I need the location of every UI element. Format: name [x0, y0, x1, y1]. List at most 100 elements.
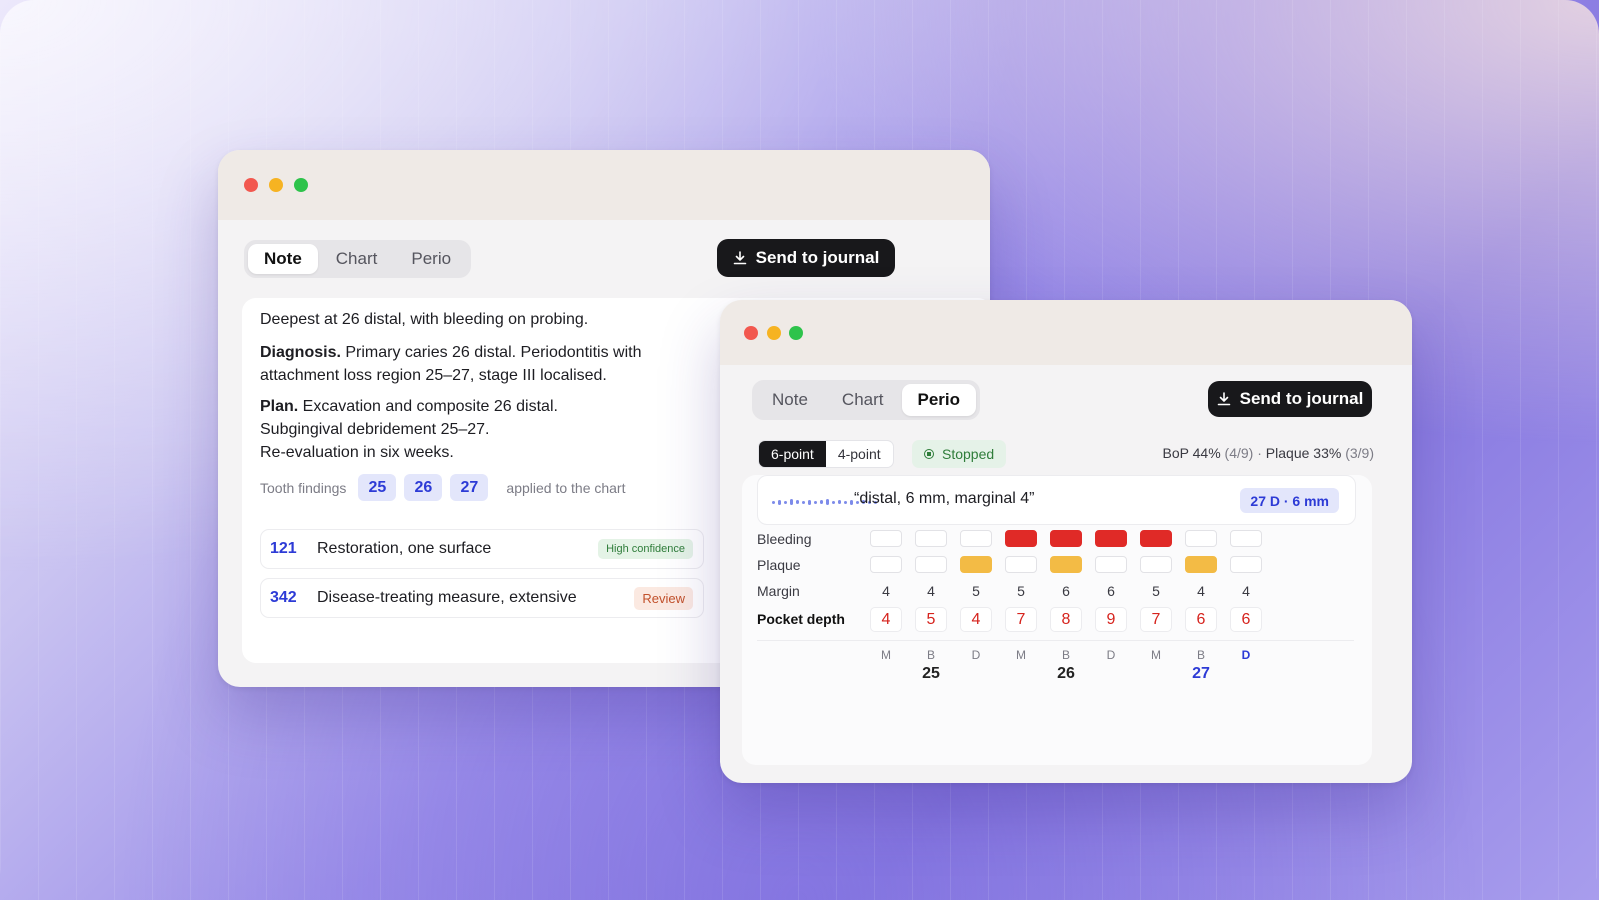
procedure-description: Disease-treating measure, extensive [317, 589, 577, 606]
plaque-count: (3/9) [1345, 445, 1374, 461]
pocket-depth-value[interactable]: 4 [960, 607, 992, 632]
bleeding-label: Bleeding [757, 531, 812, 547]
perio-stats: BoP 44% (4/9) · Plaque 33% (3/9) [1163, 445, 1374, 461]
send-to-journal-button[interactable]: Send to journal [1208, 381, 1372, 417]
tab-note[interactable]: Note [756, 384, 824, 416]
perio-window: Note Chart Perio Send to journal 6-point… [720, 300, 1412, 783]
diagnosis-paragraph: Diagnosis. Primary caries 26 distal. Per… [260, 341, 641, 387]
perio-chart-panel: “distal, 6 mm, marginal 4” 27 D · 6 mm B… [742, 475, 1372, 765]
pocket-depth-value[interactable]: 5 [915, 607, 947, 632]
procedure-code: 342 [270, 589, 297, 606]
bleeding-cell[interactable] [1050, 530, 1082, 547]
tooth-chip[interactable]: 25 [358, 474, 397, 501]
pocket-depth-value[interactable]: 4 [870, 607, 902, 632]
bleeding-cell[interactable] [1185, 530, 1217, 547]
tab-perio[interactable]: Perio [395, 244, 467, 274]
margin-value[interactable]: 6 [1095, 583, 1127, 599]
surface-label: D [1241, 648, 1251, 662]
surface-label: B [1196, 648, 1205, 662]
titlebar [720, 300, 1412, 365]
procedure-description: Restoration, one surface [317, 540, 492, 557]
bleeding-cell[interactable] [915, 530, 947, 547]
margin-value[interactable]: 4 [1230, 583, 1262, 599]
surface-label: M [1016, 648, 1026, 662]
tooth-findings-label: Tooth findings [260, 479, 347, 496]
procedure-code-row[interactable]: 342 Disease-treating measure, extensive … [260, 578, 704, 618]
bleeding-cell[interactable] [960, 530, 992, 547]
minimize-window-button[interactable] [767, 326, 781, 340]
surface-label: M [1151, 648, 1161, 662]
pocket-depth-value[interactable]: 7 [1005, 607, 1037, 632]
margin-value[interactable]: 5 [960, 583, 992, 599]
stop-icon [924, 449, 934, 459]
tooth-chip[interactable]: 27 [450, 474, 489, 501]
plaque-cell[interactable] [870, 556, 902, 573]
close-window-button[interactable] [244, 178, 258, 192]
pocket-depth-value[interactable]: 6 [1185, 607, 1217, 632]
margin-value[interactable]: 4 [1185, 583, 1217, 599]
surface-label: B [1061, 648, 1070, 662]
bleeding-cell[interactable] [1095, 530, 1127, 547]
tooth-findings-suffix: applied to the chart [506, 479, 626, 496]
tooth-number[interactable]: 25 [901, 665, 961, 683]
pocket-depth-value[interactable]: 7 [1140, 607, 1172, 632]
maximize-window-button[interactable] [294, 178, 308, 192]
pocket-depth-label: Pocket depth [757, 611, 845, 627]
send-to-journal-label: Send to journal [755, 248, 880, 267]
margin-value[interactable]: 4 [870, 583, 902, 599]
plaque-cell[interactable] [1095, 556, 1127, 573]
minimize-window-button[interactable] [269, 178, 283, 192]
plaque-cell[interactable] [1005, 556, 1037, 573]
surface-label: D [1106, 648, 1116, 662]
plaque-cell[interactable] [1050, 556, 1082, 573]
margin-value[interactable]: 6 [1050, 583, 1082, 599]
plaque-cell[interactable] [1140, 556, 1172, 573]
procedure-code-row[interactable]: 121 Restoration, one surface High confid… [260, 529, 704, 569]
maximize-window-button[interactable] [789, 326, 803, 340]
plaque-cell[interactable] [915, 556, 947, 573]
view-tabs: Note Chart Perio [752, 380, 981, 420]
tab-perio[interactable]: Perio [901, 384, 977, 416]
plaque-cell[interactable] [960, 556, 992, 573]
tab-chart[interactable]: Chart [320, 244, 394, 274]
plan-label: Plan. [260, 398, 299, 415]
plan-line-2: Subgingival debridement 25–27. [260, 421, 490, 438]
tooth-chip[interactable]: 26 [404, 474, 443, 501]
surface-label: M [881, 648, 891, 662]
tooth-findings: Tooth findings 25 26 27 applied to the c… [260, 474, 626, 501]
tooth-number[interactable]: 26 [1036, 665, 1096, 683]
bleeding-cell[interactable] [1230, 530, 1262, 547]
point-mode-toggle: 6-point 4-point [758, 440, 894, 468]
pocket-depth-value[interactable]: 9 [1095, 607, 1127, 632]
margin-label: Margin [757, 583, 800, 599]
plaque-cell[interactable] [1185, 556, 1217, 573]
margin-value[interactable]: 5 [1140, 583, 1172, 599]
pocket-depth-value[interactable]: 6 [1230, 607, 1262, 632]
tooth-number[interactable]: 27 [1171, 665, 1231, 683]
close-window-button[interactable] [744, 326, 758, 340]
send-to-journal-button[interactable]: Send to journal [717, 239, 895, 277]
confidence-badge: High confidence [598, 539, 693, 559]
pocket-depth-value[interactable]: 8 [1050, 607, 1082, 632]
bop-stat: BoP 44% [1162, 445, 1221, 461]
mode-6-point[interactable]: 6-point [759, 441, 826, 467]
current-site-badge: 27 D · 6 mm [1240, 488, 1339, 513]
plaque-label: Plaque [757, 557, 801, 573]
plaque-cell[interactable] [1230, 556, 1262, 573]
margin-value[interactable]: 5 [1005, 583, 1037, 599]
note-line: Deepest at 26 distal, with bleeding on p… [260, 311, 589, 328]
diagnosis-label: Diagnosis. [260, 344, 341, 361]
bleeding-cell[interactable] [870, 530, 902, 547]
tab-chart[interactable]: Chart [826, 384, 900, 416]
mode-4-point[interactable]: 4-point [826, 441, 893, 467]
bleeding-cell[interactable] [1140, 530, 1172, 547]
plan-line-3: Re-evaluation in six weeks. [260, 444, 454, 461]
transcript-text: “distal, 6 mm, marginal 4” [854, 490, 1035, 507]
recording-status[interactable]: Stopped [912, 440, 1007, 468]
bleeding-cell[interactable] [1005, 530, 1037, 547]
send-to-journal-label: Send to journal [1239, 389, 1364, 408]
tab-note[interactable]: Note [248, 244, 318, 274]
margin-value[interactable]: 4 [915, 583, 947, 599]
review-badge[interactable]: Review [634, 586, 693, 610]
surface-label: D [971, 648, 981, 662]
